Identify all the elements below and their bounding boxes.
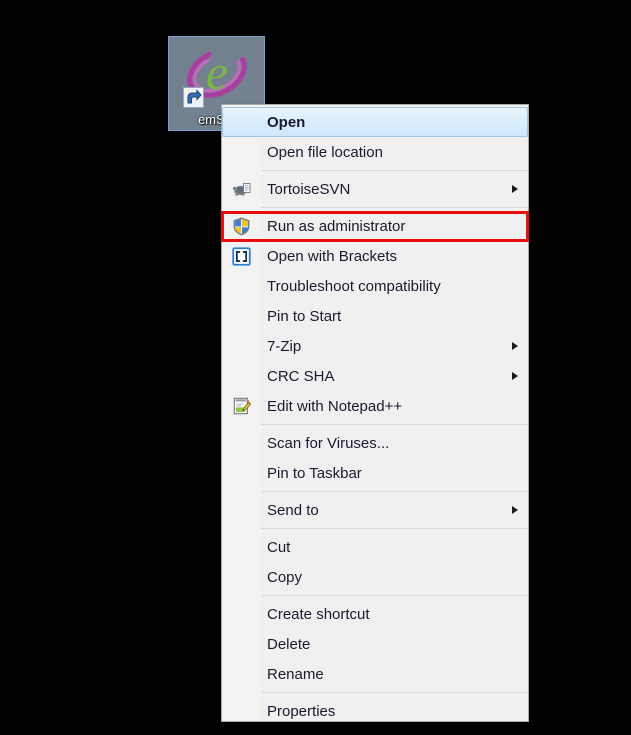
menu-item-icon-placeholder bbox=[223, 107, 261, 137]
menu-item-label: Rename bbox=[267, 665, 324, 683]
menu-item-delete[interactable]: Delete bbox=[222, 629, 528, 659]
notepad-plus-plus-icon bbox=[222, 391, 261, 421]
menu-separator bbox=[261, 528, 528, 529]
menu-item-open-with-brackets[interactable]: Open with Brackets bbox=[222, 241, 528, 271]
menu-item-run-as-administrator[interactable]: Run as administrator bbox=[222, 211, 528, 241]
menu-item-label: Scan for Viruses... bbox=[267, 434, 390, 452]
menu-item-label: Open bbox=[267, 113, 306, 131]
menu-separator bbox=[261, 424, 528, 425]
menu-item-label: Pin to Taskbar bbox=[267, 464, 362, 482]
menu-item-icon-placeholder bbox=[222, 659, 261, 689]
uac-shield-icon bbox=[222, 211, 261, 241]
menu-item-label: Open file location bbox=[267, 143, 383, 161]
menu-item-icon-placeholder bbox=[222, 532, 261, 562]
menu-item-open-file-location[interactable]: Open file location bbox=[222, 137, 528, 167]
menu-item-icon-placeholder bbox=[222, 458, 261, 488]
menu-item-label: Send to bbox=[267, 501, 319, 519]
submenu-arrow-icon bbox=[502, 342, 528, 350]
menu-item-label: CRC SHA bbox=[267, 367, 335, 385]
submenu-arrow-icon bbox=[502, 372, 528, 380]
menu-item-label: Cut bbox=[267, 538, 291, 556]
menu-item-icon-placeholder bbox=[222, 137, 261, 167]
menu-separator bbox=[261, 595, 528, 596]
menu-item-scan-for-viruses[interactable]: Scan for Viruses... bbox=[222, 428, 528, 458]
menu-item-icon-placeholder bbox=[222, 361, 261, 391]
tortoise-svn-icon bbox=[222, 174, 261, 204]
menu-item-icon-placeholder bbox=[222, 428, 261, 458]
menu-item-label: Edit with Notepad++ bbox=[267, 397, 403, 415]
menu-item-icon-placeholder bbox=[222, 599, 261, 629]
menu-item-troubleshoot-compatibility[interactable]: Troubleshoot compatibility bbox=[222, 271, 528, 301]
submenu-arrow-icon bbox=[502, 506, 528, 514]
menu-item-label: Delete bbox=[267, 635, 311, 653]
menu-item-send-to[interactable]: Send to bbox=[222, 495, 528, 525]
menu-item-label: Properties bbox=[267, 702, 336, 720]
brackets-icon bbox=[222, 241, 261, 271]
submenu-arrow-icon bbox=[502, 185, 528, 193]
menu-item-properties[interactable]: Properties bbox=[222, 696, 528, 721]
menu-item-label: TortoiseSVN bbox=[267, 180, 351, 198]
menu-item-edit-with-notepad-plus-plus[interactable]: Edit with Notepad++ bbox=[222, 391, 528, 421]
context-menu[interactable]: Open Open file location TortoiseSVN Run … bbox=[221, 104, 529, 722]
menu-item-label: Copy bbox=[267, 568, 303, 586]
shortcut-arrow-icon bbox=[183, 87, 204, 108]
menu-item-icon-placeholder bbox=[222, 696, 261, 721]
menu-item-open[interactable]: Open bbox=[222, 107, 528, 137]
menu-item-pin-to-taskbar[interactable]: Pin to Taskbar bbox=[222, 458, 528, 488]
menu-separator bbox=[261, 170, 528, 171]
menu-item-icon-placeholder bbox=[222, 271, 261, 301]
menu-item-rename[interactable]: Rename bbox=[222, 659, 528, 689]
menu-item-label: Create shortcut bbox=[267, 605, 370, 623]
menu-item-icon-placeholder bbox=[222, 331, 261, 361]
menu-item-7-zip[interactable]: 7-Zip bbox=[222, 331, 528, 361]
menu-separator bbox=[261, 692, 528, 693]
menu-item-pin-to-start[interactable]: Pin to Start bbox=[222, 301, 528, 331]
context-menu-items: Open Open file location TortoiseSVN Run … bbox=[222, 107, 528, 721]
menu-item-label: Troubleshoot compatibility bbox=[267, 277, 441, 295]
menu-item-label: Pin to Start bbox=[267, 307, 342, 325]
menu-separator bbox=[261, 491, 528, 492]
menu-separator bbox=[261, 207, 528, 208]
menu-item-tortoisesvn[interactable]: TortoiseSVN bbox=[222, 174, 528, 204]
menu-item-icon-placeholder bbox=[222, 495, 261, 525]
menu-item-label: Run as administrator bbox=[267, 217, 406, 235]
svg-text:e: e bbox=[205, 44, 227, 100]
menu-item-icon-placeholder bbox=[222, 629, 261, 659]
menu-item-label: Open with Brackets bbox=[267, 247, 398, 265]
menu-item-label: 7-Zip bbox=[267, 337, 302, 355]
menu-item-icon-placeholder bbox=[222, 562, 261, 592]
menu-item-icon-placeholder bbox=[222, 301, 261, 331]
menu-item-cut[interactable]: Cut bbox=[222, 532, 528, 562]
menu-item-crc-sha[interactable]: CRC SHA bbox=[222, 361, 528, 391]
menu-item-create-shortcut[interactable]: Create shortcut bbox=[222, 599, 528, 629]
menu-item-copy[interactable]: Copy bbox=[222, 562, 528, 592]
